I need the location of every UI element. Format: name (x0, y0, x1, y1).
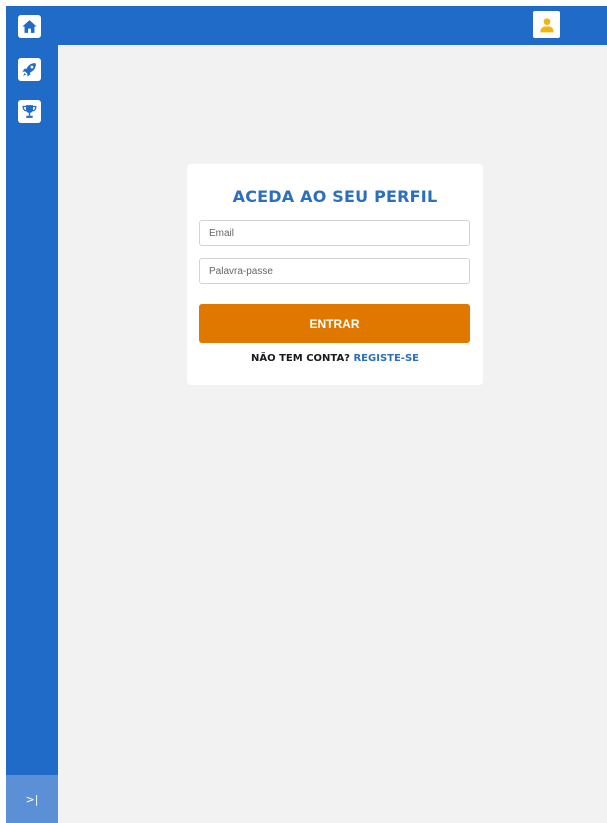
top-bar (58, 6, 607, 45)
sidebar-item-rocket[interactable] (18, 58, 41, 81)
trophy-icon (22, 105, 37, 118)
sidebar-item-trophy[interactable] (18, 100, 41, 123)
register-link[interactable]: REGISTE-SE (353, 353, 419, 364)
rocket-icon (22, 63, 36, 77)
email-field[interactable] (199, 220, 470, 246)
home-icon (22, 20, 37, 33)
register-prompt: NÃO TEM CONTA? REGISTE-SE (187, 353, 483, 364)
sidebar-item-home[interactable] (18, 15, 41, 38)
login-title: ACEDA AO SEU PERFIL (232, 187, 438, 206)
no-account-text: NÃO TEM CONTA? (251, 353, 350, 364)
main-content (58, 45, 607, 823)
sidebar: >| (6, 6, 58, 823)
sidebar-expand-button[interactable]: >| (6, 775, 58, 823)
login-button[interactable]: ENTRAR (199, 304, 470, 343)
expand-icon: >| (25, 792, 39, 806)
user-icon (539, 17, 554, 32)
login-card: ACEDA AO SEU PERFIL ENTRAR NÃO TEM CONTA… (187, 164, 483, 385)
password-field[interactable] (199, 258, 470, 284)
user-profile-button[interactable] (533, 11, 560, 38)
